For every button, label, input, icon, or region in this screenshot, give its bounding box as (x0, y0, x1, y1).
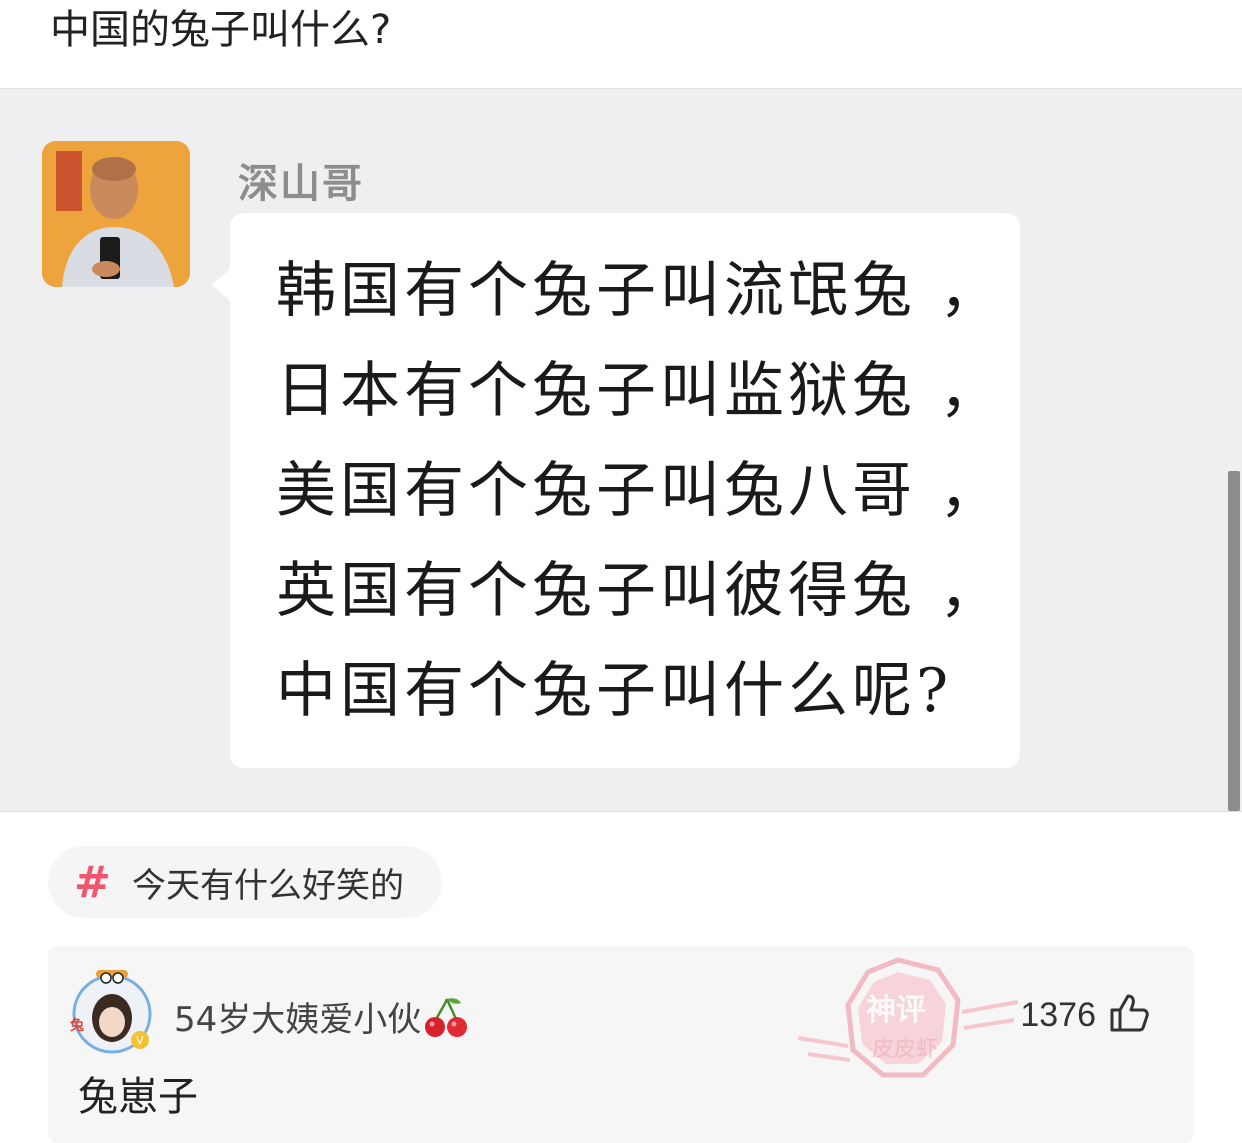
message-line: 日本有个兔子叫监狱兔 ， (276, 356, 1004, 426)
message-line: 韩国有个兔子叫流氓兔 ， (276, 256, 1004, 326)
like-button[interactable]: 1376 (1020, 992, 1150, 1038)
sender-avatar (42, 141, 190, 287)
svg-text:兔: 兔 (69, 1017, 84, 1034)
chat-screenshot-image[interactable]: 深山哥 韩国有个兔子叫流氓兔 ， 日本有个兔子叫监狱兔 ， 美国有个兔子叫兔八哥… (0, 88, 1242, 812)
commenter-avatar[interactable]: V 兔 (66, 964, 158, 1056)
watermark-subtext: 皮皮虾 (872, 1037, 938, 1062)
username-text: 54岁大姨爱小伙 (174, 1000, 422, 1040)
post-title: 中国的兔子叫什么? (50, 7, 392, 53)
post-page: 中国的兔子叫什么? 深山哥 韩国有个兔子叫流氓兔 ， 日本有个兔子叫监狱兔 ， … (0, 0, 1242, 1143)
message-bubble: 韩国有个兔子叫流氓兔 ， 日本有个兔子叫监狱兔 ， 美国有个兔子叫兔八哥 ， 英… (212, 213, 1020, 768)
topic-tag[interactable]: # 今天有什么好笑的 (48, 846, 442, 918)
sender-name: 深山哥 (238, 160, 364, 207)
like-count: 1376 (1020, 995, 1096, 1034)
message-line: 美国有个兔子叫兔八哥 ， (276, 456, 1004, 526)
watermark-text: 神评 (866, 993, 926, 1028)
thumbs-up-icon (1108, 992, 1150, 1038)
topic-label: 今天有什么好笑的 (132, 865, 404, 906)
message-line: 英国有个兔子叫彼得兔 ， (276, 556, 1004, 626)
cherry-icon (423, 995, 469, 1048)
scrollbar-thumb[interactable] (1228, 471, 1240, 811)
message-line: 中国有个兔子叫什么呢? (276, 656, 953, 726)
comment-text: 兔崽子 (78, 1074, 198, 1120)
stamp-watermark: 神评 皮皮虾 (788, 950, 1028, 1100)
svg-text:V: V (136, 1034, 144, 1047)
commenter-username[interactable]: 54岁大姨爱小伙 (174, 992, 469, 1048)
top-comment-card[interactable]: V 兔 54岁大姨爱小伙 神评 皮皮虾 1376 兔崽子 (48, 946, 1194, 1143)
message-lines: 韩国有个兔子叫流氓兔 ， 日本有个兔子叫监狱兔 ， 美国有个兔子叫兔八哥 ， 英… (276, 241, 1003, 741)
hash-icon: # (74, 856, 111, 908)
